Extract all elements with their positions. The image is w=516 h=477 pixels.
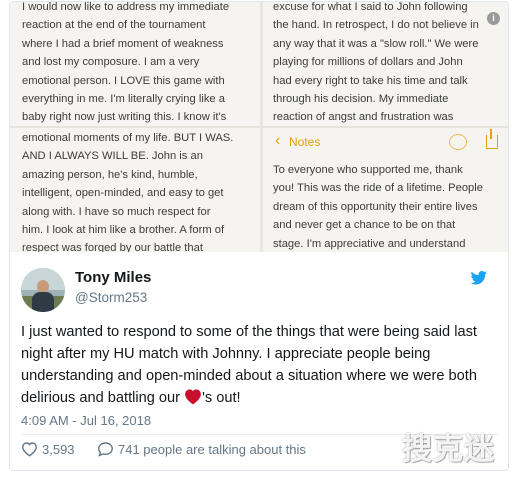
chevron-left-icon: ‹ [275,132,281,149]
notes-pane-top-left: I would now like to address my immediate… [10,2,260,127]
tweet-embed-card: I would now like to address my immediate… [9,1,509,471]
speech-bubble-icon [98,442,113,457]
avatar[interactable] [21,268,65,312]
like-count: 3,593 [42,442,75,457]
notes-text-bottom-right: To everyone who supported me, thank you!… [273,164,483,250]
conversation-action[interactable]: 741 people are talking about this [97,441,306,458]
like-action[interactable]: 3,593 [21,441,75,458]
display-name[interactable]: Tony Miles [75,269,151,286]
tweet-text-main: I just wanted to respond to some of the … [21,324,477,406]
tweet-timestamp[interactable]: 4:09 AM - Jul 16, 2018 [21,413,151,428]
notes-back-label: Notes [289,135,321,149]
red-heart-icon [185,389,201,405]
notes-text-top-right: excuse for what I said to John following… [273,2,479,124]
notes-pane-bottom-left: emotional moments of my life. BUT I WAS.… [10,127,260,252]
notes-text-top-left: I would now like to address my immediate… [22,2,230,124]
heart-outline-icon [22,442,37,457]
collage-horizontal-divider [10,126,508,128]
tweet-text-tail: 's out! [202,390,241,406]
notes-text-bottom-left: emotional moments of my life. BUT I WAS.… [22,132,234,252]
avatar-body [32,292,54,312]
conversation-count: 741 people are talking about this [118,442,306,457]
notes-pane-top-right: excuse for what I said to John following… [263,2,508,127]
notes-screenshot-collage[interactable]: I would now like to address my immediate… [10,2,508,252]
notes-app-toolbar: ‹ Notes [263,127,508,157]
watermark-text: 搜克迷 [402,433,495,466]
user-handle[interactable]: @Storm253 [75,290,147,305]
notes-pane-bottom-right: ‹ Notes To everyone who supported me, th… [263,127,508,252]
info-icon[interactable]: i [487,12,500,25]
tweet-text: I just wanted to respond to some of the … [21,321,491,409]
add-person-icon [449,134,467,150]
twitter-bird-icon[interactable] [470,271,488,285]
share-icon [486,129,498,149]
